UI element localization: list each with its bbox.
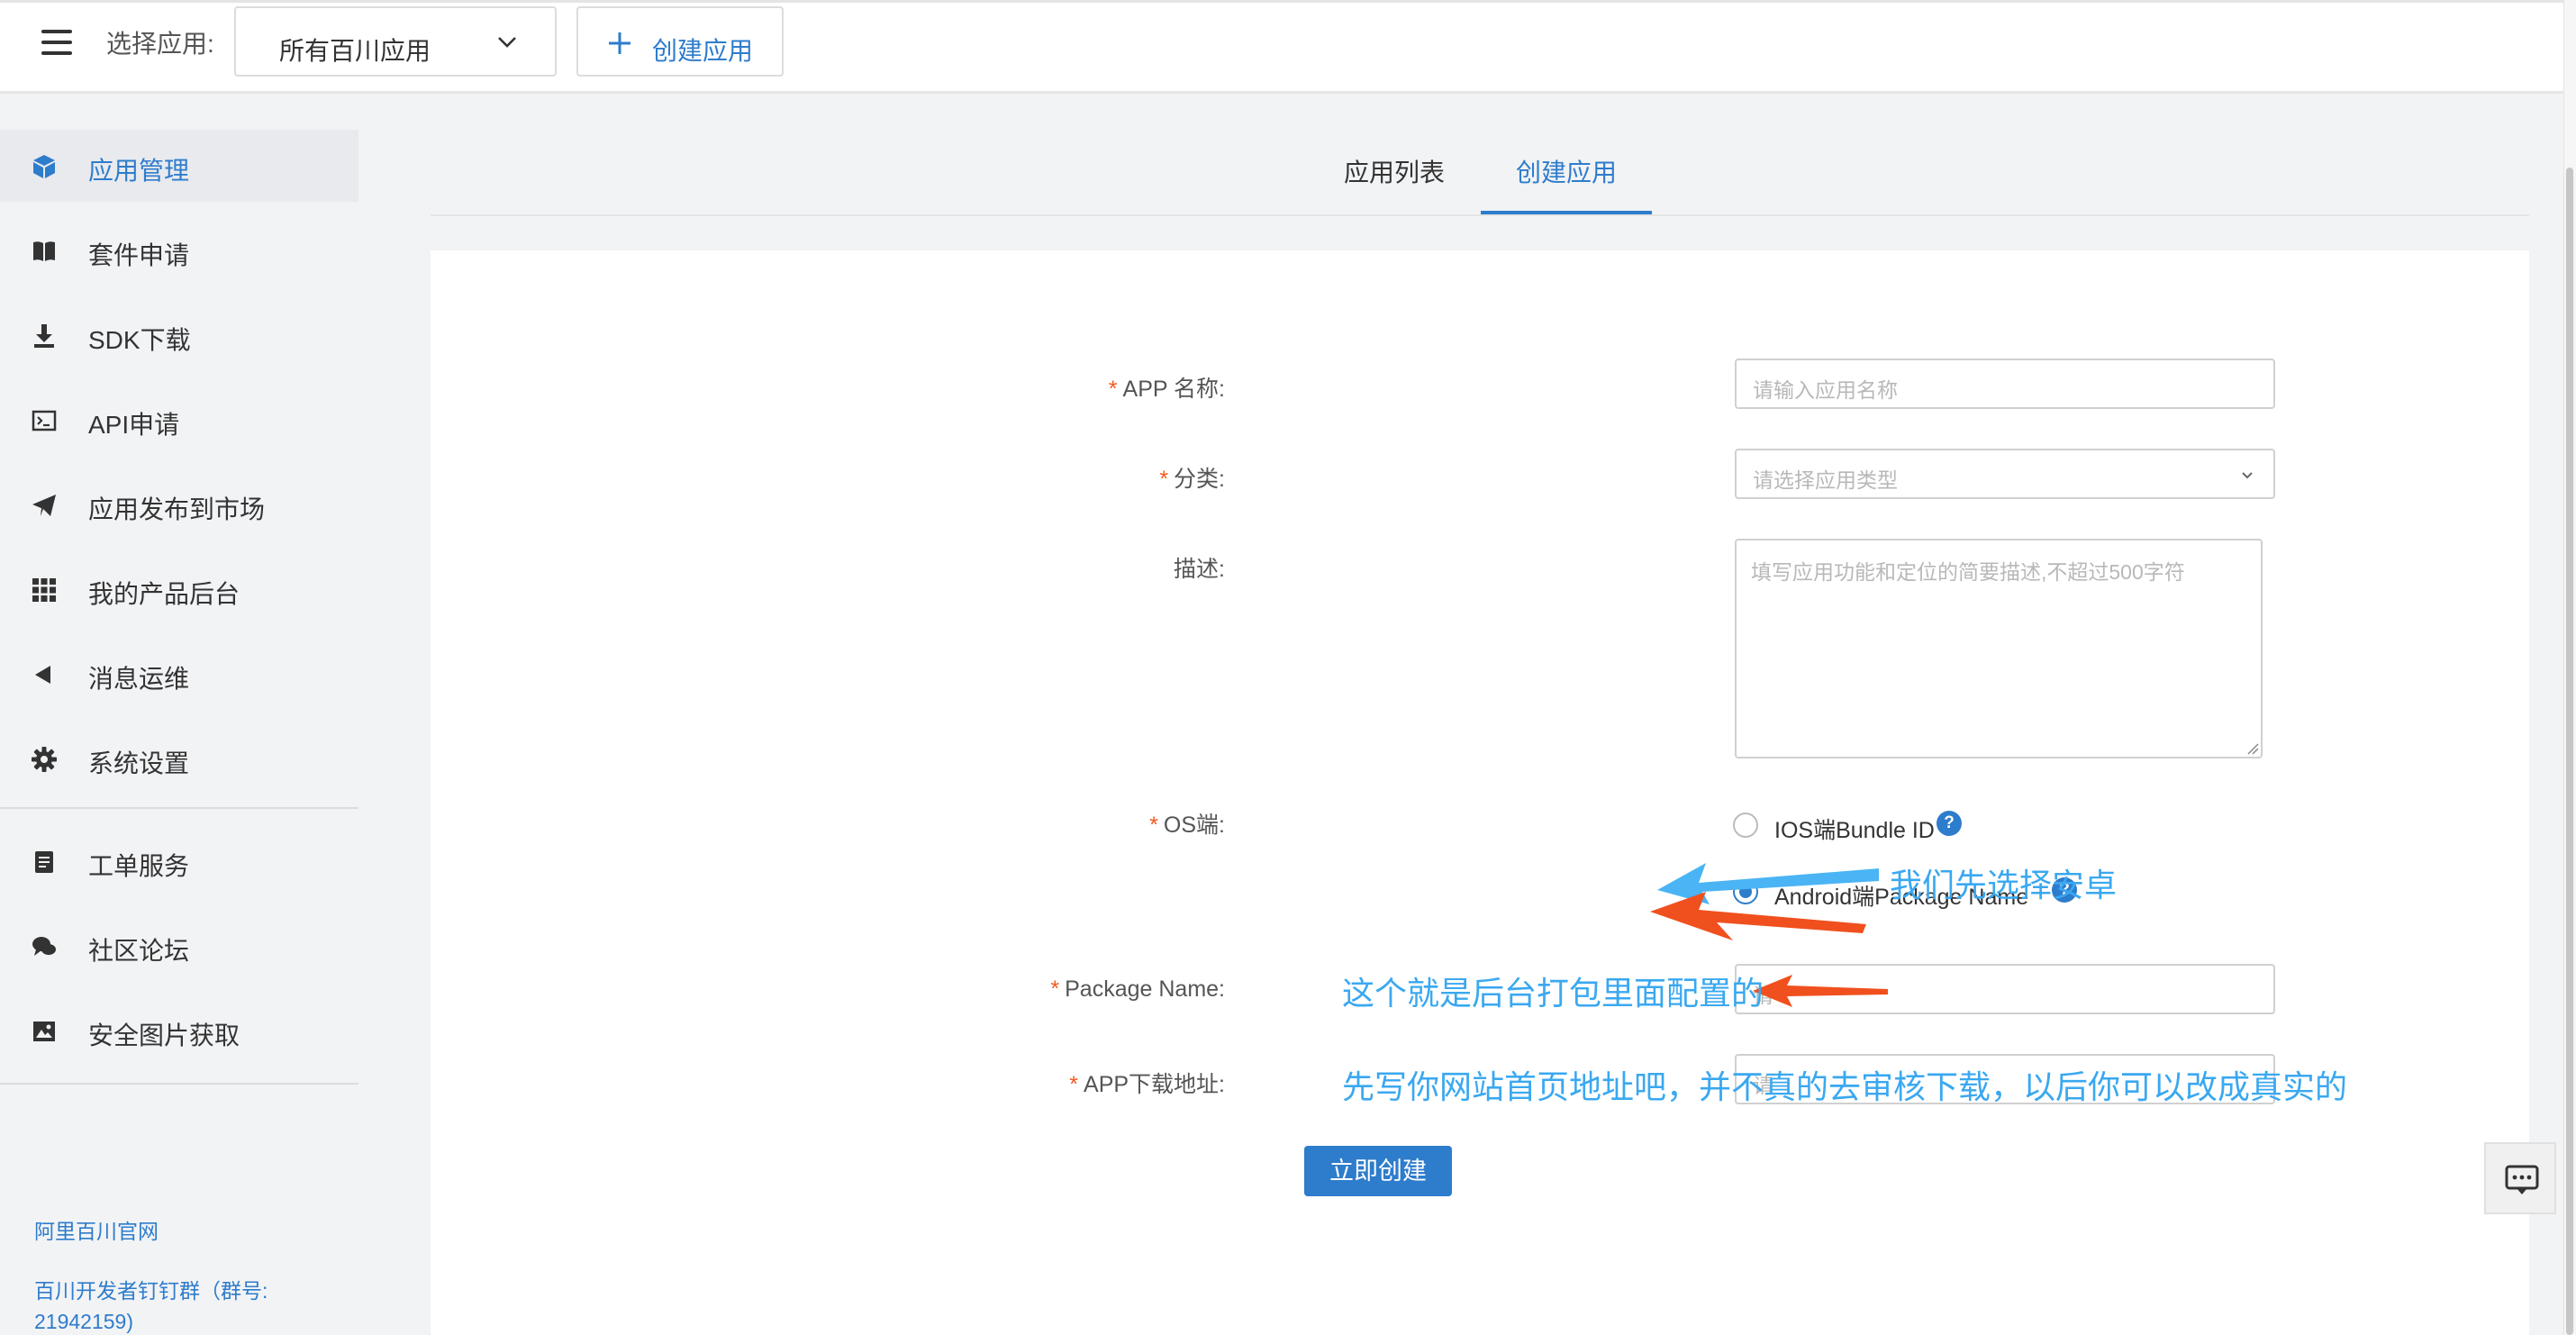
app-name-label: * APP 名称: (1109, 371, 1225, 404)
required-mark: * (1108, 377, 1118, 402)
download-icon (34, 324, 54, 348)
grid-icon (32, 578, 56, 602)
chat-support-button[interactable] (2484, 1142, 2556, 1214)
placeholder: 请输入应用名称 (1753, 378, 1898, 402)
sidebar-item-label: 系统设置 (88, 749, 190, 777)
create-app-label: 创建应用 (652, 37, 754, 65)
placeholder: 请选择应用类型 (1753, 468, 1898, 492)
category-label: * 分类: (1159, 461, 1225, 494)
sidebar-item-sdk-download[interactable]: SDK下载 (0, 299, 358, 371)
sidebar-divider (0, 807, 358, 809)
selected-app-value: 所有百川应用 (279, 37, 431, 65)
annotation-url-note: 先写你网站首页地址吧，并不真的去审核下载，以后你可以改成真实的 (1342, 1068, 2348, 1105)
menu-icon[interactable] (41, 30, 72, 57)
help-icon[interactable]: ? (1937, 811, 1962, 836)
create-app-form-panel: * APP 名称: 请输入应用名称 * 分类: 请选择应用类型 描述: 填写应用功能… (431, 250, 2529, 1335)
label-text: Package Name: (1065, 976, 1225, 1002)
tab-create-app[interactable]: 创建应用 (1481, 135, 1652, 214)
sidebar: 应用管理 套件申请 SDK下载 API申请 应用发布到市场 我的产品后台 消息运… (0, 130, 358, 1335)
app-name-input[interactable]: 请输入应用名称 (1735, 359, 2275, 409)
chat-icon (2505, 1165, 2539, 1194)
radio-label-ios: IOS端Bundle ID (1774, 818, 1935, 843)
required-mark: * (1149, 813, 1158, 838)
dingtalk-group-number[interactable]: 21942159) (34, 1306, 133, 1335)
description-textarea[interactable]: 填写应用功能和定位的简要描述,不超过500字符 (1735, 539, 2263, 758)
os-label: * OS端: (1149, 807, 1225, 840)
sidebar-item-product-backend[interactable]: 我的产品后台 (0, 553, 358, 625)
tab-app-list[interactable]: 应用列表 (1322, 135, 1466, 214)
megaphone-icon (35, 666, 50, 684)
sidebar-item-publish-market[interactable]: 应用发布到市场 (0, 468, 358, 540)
required-mark: * (1159, 467, 1169, 492)
sidebar-item-message-ops[interactable]: 消息运维 (0, 638, 358, 710)
sidebar-item-community-forum[interactable]: 社区论坛 (0, 910, 358, 982)
label-text: APP下载地址: (1084, 1072, 1225, 1097)
sidebar-item-label: 社区论坛 (88, 937, 190, 965)
chat-bubbles-icon (32, 937, 56, 956)
placeholder: 填写应用功能和定位的简要描述,不超过500字符 (1751, 560, 2185, 584)
description-label: 描述: (1174, 557, 1225, 582)
cube-icon (33, 155, 55, 178)
terminal-icon (32, 410, 57, 431)
sidebar-item-label: 套件申请 (88, 241, 190, 269)
sidebar-item-ticket-service[interactable]: 工单服务 (0, 825, 358, 897)
sidebar-item-label: 安全图片获取 (88, 1022, 240, 1049)
resize-handle-icon[interactable] (2245, 740, 2259, 755)
tab-label: 创建应用 (1515, 159, 1617, 186)
sidebar-item-suite-apply[interactable]: 套件申请 (0, 214, 358, 286)
app-select-dropdown[interactable]: 所有百川应用 (234, 6, 557, 77)
sidebar-item-system-settings[interactable]: 系统设置 (0, 722, 358, 795)
select-app-label: 选择应用: (106, 30, 214, 58)
gear-icon (32, 747, 57, 772)
sidebar-item-label: 应用发布到市场 (88, 495, 266, 523)
sidebar-item-label: API申请 (88, 411, 180, 439)
label-text: APP 名称: (1122, 377, 1225, 402)
required-mark: * (1069, 1072, 1079, 1097)
image-icon (33, 1022, 55, 1041)
scrollbar-thumb[interactable] (2566, 168, 2573, 1335)
sidebar-item-label: 我的产品后台 (88, 580, 240, 608)
sidebar-item-api-apply[interactable]: API申请 (0, 384, 358, 456)
plus-icon (609, 32, 630, 54)
label-text: 分类: (1174, 467, 1225, 492)
paper-plane-icon (32, 495, 56, 516)
package-name-input[interactable]: 请 (1735, 964, 2275, 1014)
create-app-button[interactable]: 创建应用 (576, 6, 784, 77)
official-site-link[interactable]: 阿里百川官网 (34, 1216, 159, 1247)
sidebar-item-app-management[interactable]: 应用管理 (0, 130, 358, 202)
page: 选择应用: 所有百川应用 创建应用 应用管理 套件申请 SDK下载 API申请 … (0, 0, 2576, 1335)
sidebar-item-label: 工单服务 (88, 852, 190, 880)
category-select[interactable]: 请选择应用类型 (1735, 449, 2275, 499)
sidebar-item-label: 应用管理 (88, 157, 190, 185)
dingtalk-group-link[interactable]: 百川开发者钉钉群（群号: (34, 1276, 268, 1306)
top-bar: 选择应用: 所有百川应用 创建应用 (0, 0, 2563, 94)
download-url-label: * APP下载地址: (1069, 1067, 1225, 1099)
radio-ios[interactable] (1733, 813, 1758, 838)
document-icon (35, 851, 53, 873)
required-mark: * (1050, 976, 1060, 1002)
package-name-label: * Package Name: (1050, 976, 1225, 1003)
tab-label: 应用列表 (1343, 159, 1445, 186)
chevron-down-icon (2242, 472, 2253, 479)
chevron-down-icon (498, 37, 516, 48)
annotation-package-note: 这个就是后台打包里面配置的 (1342, 975, 1764, 1012)
sidebar-divider (0, 1083, 358, 1085)
sidebar-item-secure-image[interactable]: 安全图片获取 (0, 994, 358, 1067)
radio-android[interactable] (1733, 879, 1758, 904)
tab-bar: 应用列表 创建应用 (431, 135, 2529, 216)
os-option-ios[interactable]: IOS端Bundle ID ? (1733, 807, 2237, 843)
book-icon (33, 241, 55, 261)
label-text: OS端: (1163, 813, 1225, 838)
sidebar-item-label: 消息运维 (88, 665, 190, 693)
sidebar-item-label: SDK下载 (88, 326, 191, 354)
create-now-button[interactable]: 立即创建 (1304, 1146, 1452, 1196)
annotation-choose-android: 我们先选择安卓 (1890, 867, 2118, 904)
